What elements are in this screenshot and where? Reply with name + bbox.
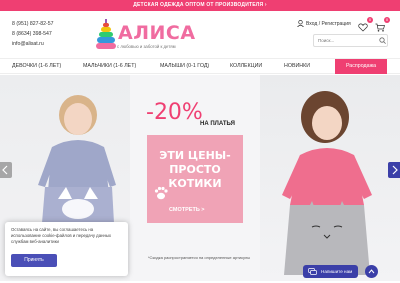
- arrow-left-icon[interactable]: [0, 162, 12, 178]
- nav-item-boys[interactable]: МАЛЬЧИКИ (1-6 ЛЕТ): [83, 59, 136, 73]
- favorites-badge: 0: [367, 17, 373, 23]
- girl-in-cat-dress-image: [282, 91, 372, 275]
- nav-item-new[interactable]: НОВИНКИ: [284, 59, 310, 73]
- scroll-up-button[interactable]: [365, 265, 378, 278]
- cart-icon: [375, 23, 385, 32]
- search-input[interactable]: [313, 34, 388, 47]
- user-icon: [297, 20, 304, 27]
- favorites-button[interactable]: 0: [358, 17, 373, 32]
- logo-slogan: с любовью и заботой к детям: [117, 44, 176, 49]
- cookie-banner: Оставаясь на сайте, вы соглашаетесь на и…: [5, 222, 128, 276]
- girl-photo-right: [260, 75, 400, 281]
- header: 8 (951) 827-82-57 8 (8634) 398-547 info@…: [0, 11, 400, 58]
- arrow-right-icon[interactable]: [388, 162, 400, 178]
- chat-label: Напишите нам: [321, 269, 353, 274]
- nav-item-babies[interactable]: МАЛЫШИ (0-1 ГОД): [160, 59, 209, 73]
- contacts: 8 (951) 827-82-57 8 (8634) 398-547 info@…: [12, 19, 54, 49]
- paw-icon: [154, 186, 168, 200]
- top-promo-bar[interactable]: ДЕТСКАЯ ОДЕЖДА ОПТОМ ОТ ПРОИЗВОДИТЕЛЯ ›: [0, 0, 400, 11]
- discount-suffix: НА ПЛАТЬЯ: [200, 121, 235, 127]
- email-link[interactable]: info@alisat.ru: [12, 39, 54, 49]
- chevron-up-icon: [368, 269, 375, 274]
- nav-item-sale[interactable]: Распродажа: [335, 59, 387, 74]
- cookie-accept-button[interactable]: Принять: [11, 254, 57, 267]
- chat-button[interactable]: Напишите нам: [303, 265, 358, 278]
- cookie-text: Оставаясь на сайте, вы соглашаетесь на и…: [11, 227, 112, 244]
- login-link[interactable]: Вход / Регистрация: [297, 20, 351, 27]
- promo-button[interactable]: СМОТРЕТЬ >: [169, 207, 205, 213]
- phone-1[interactable]: 8 (951) 827-82-57: [12, 19, 54, 29]
- promo-footnote: *Скидка распространяется на определенные…: [148, 255, 251, 260]
- promo-card[interactable]: ЭТИ ЦЕНЫ-ПРОСТО КОТИКИ СМОТРЕТЬ >: [147, 135, 243, 223]
- cart-button[interactable]: 0: [375, 17, 390, 32]
- chat-icon: [308, 268, 317, 275]
- logo[interactable]: АЛИСА с любовью и заботой к детям: [96, 17, 206, 53]
- discount-percent: -20%: [146, 100, 203, 125]
- search-icon[interactable]: [379, 37, 386, 44]
- main-nav: ДЕВОЧКИ (1-6 ЛЕТ) МАЛЬЧИКИ (1-6 ЛЕТ) МАЛ…: [0, 58, 400, 74]
- nav-item-girls[interactable]: ДЕВОЧКИ (1-6 ЛЕТ): [12, 59, 61, 73]
- pyramid-toy-icon: [96, 19, 116, 49]
- phone-2[interactable]: 8 (8634) 398-547: [12, 29, 54, 39]
- cart-badge: 0: [384, 17, 390, 23]
- heart-icon: [358, 23, 368, 32]
- login-label: Вход / Регистрация: [306, 20, 351, 27]
- logo-text: АЛИСА: [118, 22, 196, 44]
- nav-item-collections[interactable]: КОЛЛЕКЦИИ: [230, 59, 262, 73]
